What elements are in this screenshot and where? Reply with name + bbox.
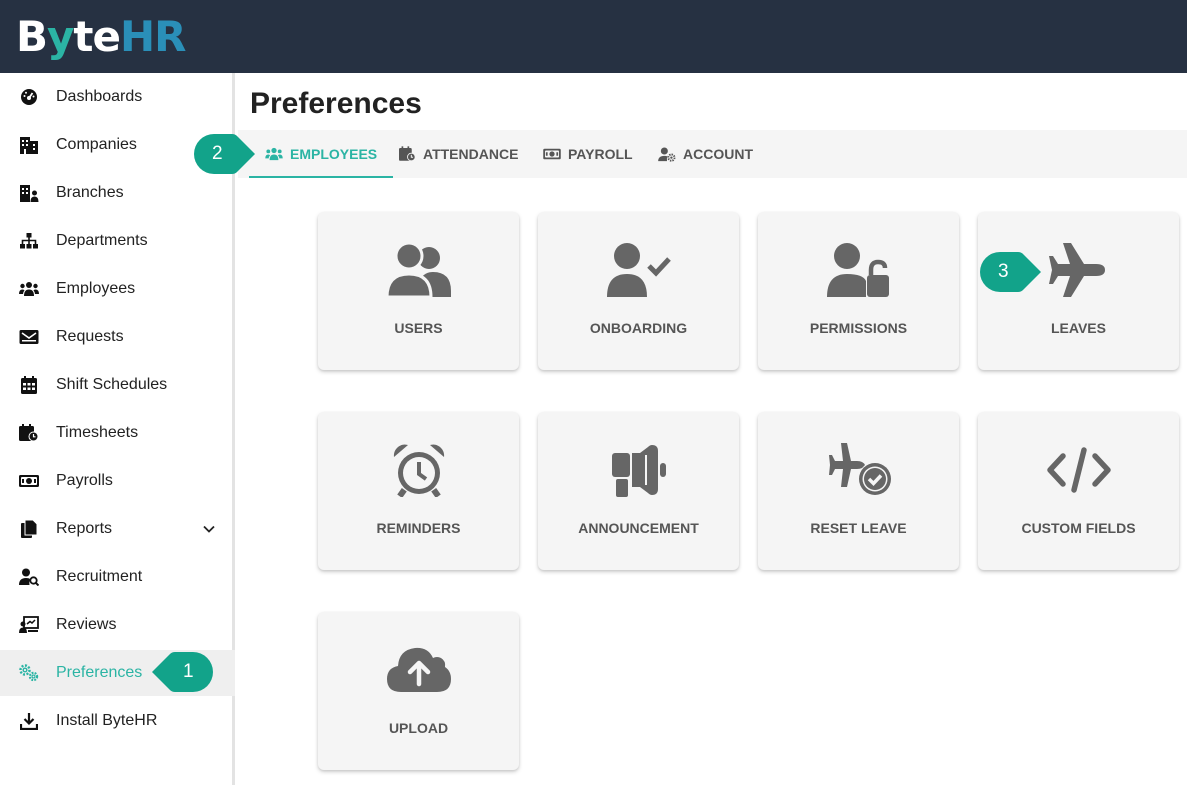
tab-payroll[interactable]: PAYROLL (543, 130, 633, 178)
callout-number: 1 (183, 661, 194, 682)
sidebar-item-label: Shift Schedules (56, 376, 168, 393)
building-icon (19, 135, 39, 155)
sidebar-item-label: Payrolls (56, 472, 113, 489)
sidebar-item-label: Companies (56, 136, 137, 153)
sidebar-item-label: Requests (56, 328, 124, 345)
sidebar-item-label: Employees (56, 280, 136, 297)
sidebar-item-label: Departments (56, 232, 148, 249)
calendar-clock-icon (399, 146, 416, 162)
card-permissions[interactable]: PERMISSIONS (758, 212, 959, 370)
card-label: REMINDERS (376, 520, 461, 536)
callout-number: 3 (998, 261, 1009, 282)
card-label: ONBOARDING (589, 320, 688, 336)
sidebar-item-label: Recruitment (56, 568, 143, 585)
calendar-icon (19, 375, 39, 395)
card-label: USERS (394, 320, 443, 336)
sidebar-item-dashboards[interactable]: Dashboards (0, 74, 235, 120)
tab-account[interactable]: ACCOUNT (658, 130, 753, 178)
sidebar-item-label: Reviews (56, 616, 117, 633)
card-label: LEAVES (1051, 320, 1106, 336)
card-announcement[interactable]: ANNOUNCEMENT (538, 412, 739, 570)
sidebar-item-requests[interactable]: Requests (0, 314, 235, 360)
sidebar-item-reports[interactable]: Reports (0, 506, 235, 552)
sidebar-item-recruitment[interactable]: Recruitment (0, 554, 235, 600)
users-icon (318, 240, 519, 300)
card-label: PERMISSIONS (809, 320, 908, 336)
logo-letter-y: y (47, 11, 74, 61)
card-label: ANNOUNCEMENT (578, 520, 699, 536)
card-reset-leave[interactable]: RESET LEAVE (758, 412, 959, 570)
sidebar-item-branches[interactable]: Branches (0, 170, 235, 216)
sidebar-item-label: Preferences (56, 664, 143, 681)
tab-label: EMPLOYEES (290, 146, 378, 162)
chevron-down-icon[interactable] (202, 522, 216, 536)
cloud-upload-icon (318, 640, 519, 700)
callout-step-2 (194, 134, 255, 174)
sidebar-item-label: Reports (56, 520, 113, 537)
tab-label: ACCOUNT (683, 146, 753, 162)
plane-check-icon (758, 440, 959, 500)
logo-letter-b: B (16, 11, 48, 61)
envelope-icon (19, 327, 39, 347)
sidebar-item-departments[interactable]: Departments (0, 218, 235, 264)
review-board-icon (19, 615, 39, 635)
file-icon (19, 519, 39, 539)
top-bar: B y te HR (0, 0, 1187, 73)
money-icon (543, 148, 561, 160)
sidebar-item-label: Branches (56, 184, 124, 201)
sidebar-item-reviews[interactable]: Reviews (0, 602, 235, 648)
tab-bar: EMPLOYEES ATTENDANCE PAYROLL ACCOUNT (238, 130, 1187, 178)
users-icon (19, 279, 39, 299)
money-icon (19, 471, 39, 491)
tab-label: ATTENDANCE (423, 146, 519, 162)
user-gear-icon (658, 146, 676, 162)
card-users[interactable]: USERS (318, 212, 519, 370)
card-onboarding[interactable]: ONBOARDING (538, 212, 739, 370)
card-upload[interactable]: UPLOAD (318, 612, 519, 770)
logo-letters-te: te (73, 11, 121, 61)
sidebar-item-label: Install ByteHR (56, 712, 158, 729)
gears-icon (19, 663, 39, 683)
callout-step-1 (152, 652, 213, 692)
tab-employees[interactable]: EMPLOYEES (248, 130, 394, 178)
user-lock-icon (758, 240, 959, 300)
main-content: Preferences EMPLOYEES ATTENDANCE PAYROLL… (238, 73, 1187, 785)
card-label: UPLOAD (388, 720, 449, 736)
card-reminders[interactable]: REMINDERS (318, 412, 519, 570)
user-search-icon (19, 567, 39, 587)
code-icon (978, 440, 1179, 500)
callout-number: 2 (212, 143, 223, 164)
alarm-clock-icon (318, 440, 519, 500)
sidebar-item-employees[interactable]: Employees (0, 266, 235, 312)
page-title: Preferences (250, 87, 422, 120)
users-icon (265, 147, 283, 161)
sidebar-item-shift-schedules[interactable]: Shift Schedules (0, 362, 235, 408)
calendar-clock-icon (19, 423, 39, 443)
bytehr-logo[interactable]: B y te HR (16, 11, 186, 61)
callout-step-3 (980, 252, 1041, 292)
card-label: RESET LEAVE (810, 520, 907, 536)
tab-attendance[interactable]: ATTENDANCE (399, 130, 518, 178)
sidebar-item-install-bytehr[interactable]: Install ByteHR (0, 698, 235, 744)
sidebar-item-label: Timesheets (56, 424, 139, 441)
tab-label: PAYROLL (568, 146, 633, 162)
download-icon (19, 711, 39, 731)
sidebar-item-payrolls[interactable]: Payrolls (0, 458, 235, 504)
dashboard-icon (19, 87, 39, 107)
branch-building-icon (19, 183, 39, 203)
logo-letters-hr: HR (119, 11, 186, 61)
card-label: CUSTOM FIELDS (1021, 520, 1136, 536)
sitemap-icon (19, 231, 39, 251)
sidebar-item-label: Dashboards (56, 88, 143, 105)
card-custom-fields[interactable]: CUSTOM FIELDS (978, 412, 1179, 570)
megaphone-icon (538, 440, 739, 500)
user-check-icon (538, 240, 739, 300)
sidebar-item-timesheets[interactable]: Timesheets (0, 410, 235, 456)
